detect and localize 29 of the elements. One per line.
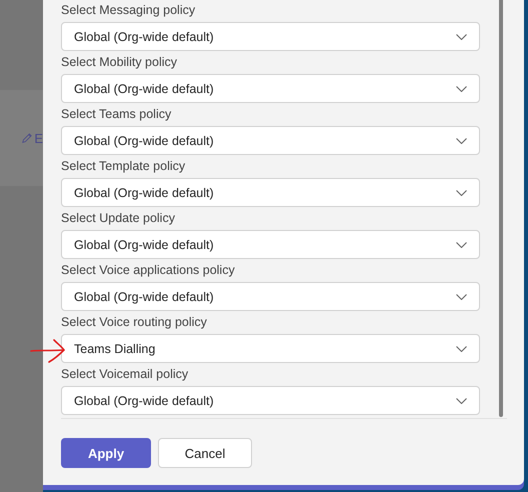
field-label: Select Update policy bbox=[61, 210, 176, 227]
field-label: Select Voice routing policy bbox=[61, 314, 208, 331]
chevron-down-icon bbox=[456, 138, 467, 144]
chevron-down-icon bbox=[456, 242, 467, 248]
field-label: Select Template policy bbox=[61, 158, 186, 175]
policy-dropdown[interactable]: Global (Org-wide default) bbox=[61, 282, 480, 311]
policy-dropdown[interactable]: Global (Org-wide default) bbox=[61, 74, 480, 103]
apply-button[interactable]: Apply bbox=[61, 438, 151, 468]
field-label: Select Mobility policy bbox=[61, 54, 178, 71]
field-label: Select Voicemail policy bbox=[61, 366, 190, 383]
field-label: Select Teams policy bbox=[61, 106, 172, 123]
chevron-down-icon bbox=[456, 86, 467, 92]
chevron-down-icon bbox=[456, 398, 467, 404]
chevron-down-icon bbox=[456, 190, 467, 196]
field-label: Select Voice applications policy bbox=[61, 262, 236, 279]
policy-dropdown[interactable]: Global (Org-wide default) bbox=[61, 22, 480, 51]
policy-dropdown[interactable]: Global (Org-wide default) bbox=[61, 178, 480, 207]
cancel-button[interactable]: Cancel bbox=[158, 438, 252, 468]
arrow-drawing bbox=[30, 338, 66, 364]
field-label: Select Messaging policy bbox=[61, 2, 196, 19]
scrollbar[interactable] bbox=[499, 0, 503, 417]
chevron-down-icon bbox=[456, 34, 467, 40]
policy-dropdown[interactable]: Global (Org-wide default) bbox=[61, 386, 480, 415]
chevron-down-icon bbox=[456, 346, 467, 352]
policy-dropdown[interactable]: Global (Org-wide default) bbox=[61, 230, 480, 259]
policy-dropdown[interactable]: Teams Dialling bbox=[61, 334, 480, 363]
policy-dropdown[interactable]: Global (Org-wide default) bbox=[61, 126, 480, 155]
chevron-down-icon bbox=[456, 294, 467, 300]
pencil-icon bbox=[22, 131, 32, 145]
